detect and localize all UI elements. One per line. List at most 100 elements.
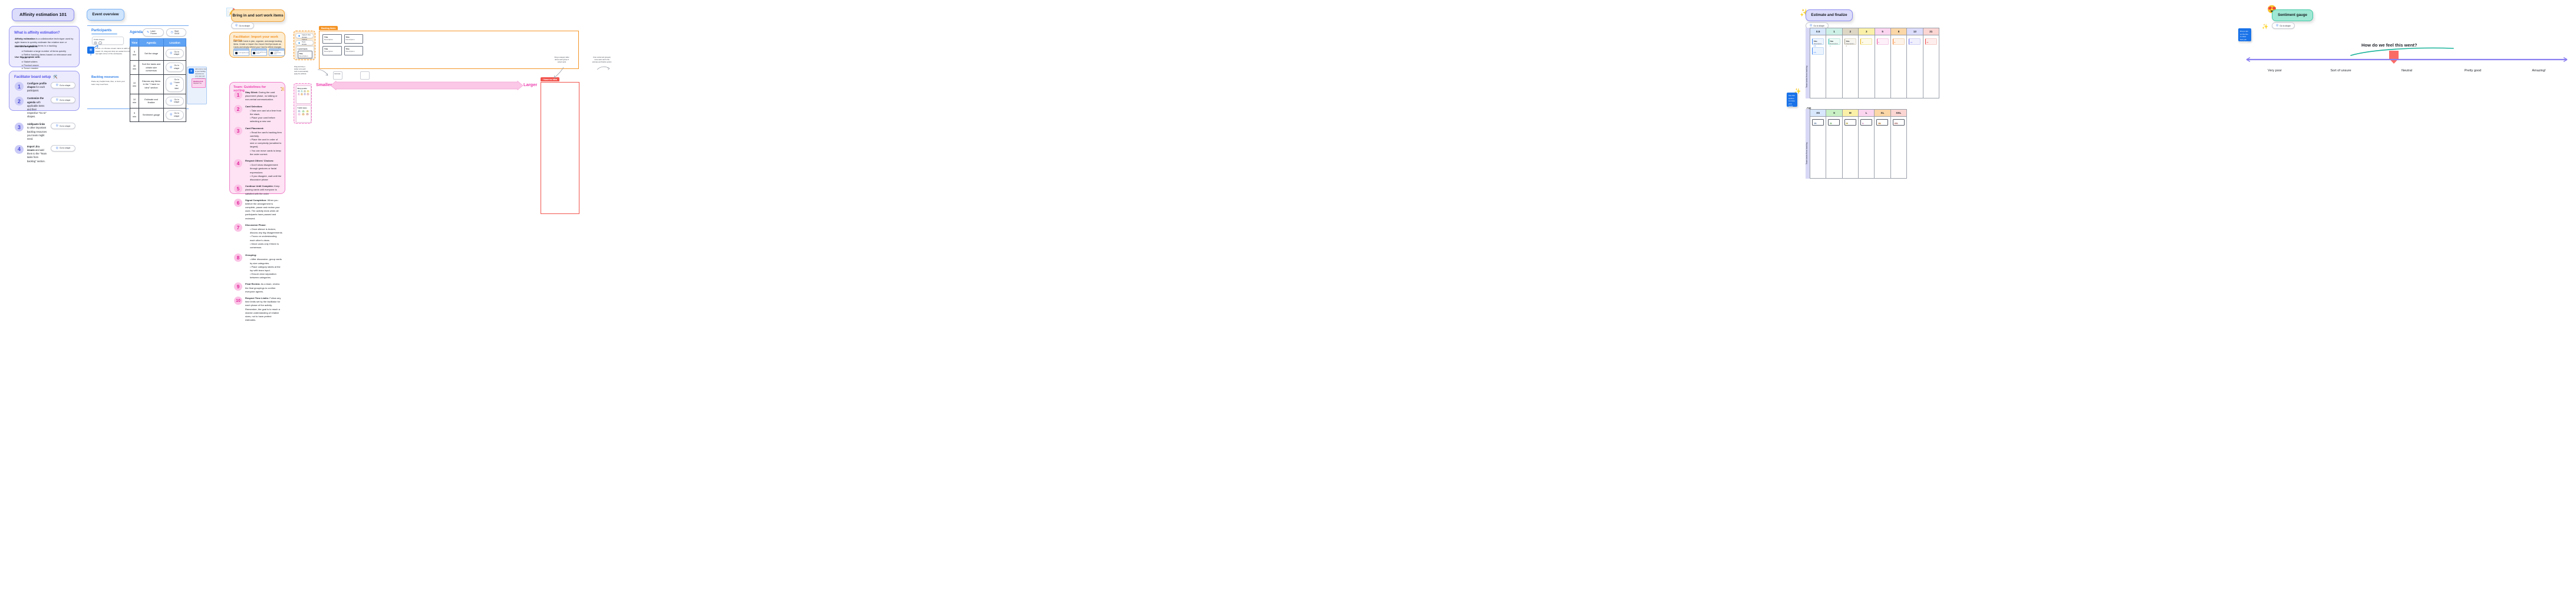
step-bullets: Once silence is broken, discuss any big …	[245, 228, 282, 249]
what-is-affinity-card: What is affinity estimation? Affinity es…	[9, 26, 80, 77]
column-header: S	[1826, 110, 1842, 117]
section-title-sentiment-gauge[interactable]: Sentiment gauge	[2272, 9, 2313, 21]
sticker[interactable]: XS	[297, 110, 301, 113]
section-title-estimate-and-finalize[interactable]: Estimate and finalize	[1806, 9, 1853, 21]
goto-shape-button[interactable]: ◎ Go to shape	[51, 144, 75, 152]
estimate-ghost-chip[interactable]: Estimate	[333, 71, 342, 80]
goto-shape-button[interactable]: ◎ Go to shape	[51, 82, 75, 88]
tshirt-sticker-box[interactable]: T-shirt sizes XS S M L XL XXL	[295, 105, 311, 123]
start-timer-button[interactable]: ◷ Start 00:00	[166, 28, 186, 37]
sticker[interactable]: L	[297, 113, 301, 116]
laser-pointer-button[interactable]: ✎ Laser Pointer	[143, 28, 164, 37]
backlog-card[interactable]: Title Description	[322, 46, 342, 55]
estimate-card[interactable]: 0.5	[1812, 47, 1824, 55]
sticker[interactable]: S	[301, 110, 305, 113]
column-header: 2	[1842, 28, 1859, 35]
tshirt-column-xl[interactable]: XL XL	[1875, 110, 1891, 178]
section-title-bring-in-and-sort[interactable]: Bring in and sort work items	[231, 9, 285, 22]
estimate-card[interactable]: L	[1860, 119, 1873, 126]
estimate-column-0-5[interactable]: 0.5 Title Description 0.5 0.5	[1810, 28, 1827, 98]
sticker[interactable]: 21	[307, 93, 309, 96]
sticker[interactable]: 8	[300, 93, 303, 96]
goto-shape-button[interactable]: ◎ Go to shape	[165, 62, 184, 72]
estimate-column-8[interactable]: 8 8	[1890, 28, 1908, 98]
estimate-column-5[interactable]: 5 5	[1875, 28, 1891, 98]
tshirt-column-m[interactable]: M M	[1842, 110, 1859, 178]
setup-step: 1 Configure profile shapes for each part…	[15, 82, 75, 93]
finalize-hint-note: Once sorted and grouped, move each card …	[592, 57, 612, 63]
section-title-event-overview[interactable]: Event overview	[87, 9, 124, 21]
card-badge: XS	[1813, 122, 1817, 124]
estimate-column-13[interactable]: 13 13	[1907, 28, 1923, 98]
section-title-text: Event overview	[92, 12, 119, 17]
estimate-card[interactable]: Title Description 2	[1844, 38, 1856, 47]
estimate-card[interactable]: 5	[1876, 38, 1889, 45]
tshirt-column-s[interactable]: S S	[1826, 110, 1843, 178]
estimate-tip-sticky[interactable]: Use this section to move your cards into…	[1787, 93, 1797, 118]
story-points-sticker-box[interactable]: Story points 0.5 1 2 3 5 8 13 21	[295, 85, 311, 104]
curved-arrow-icon	[597, 66, 610, 70]
goto-shape-button[interactable]: ◎ Go to shape	[165, 48, 184, 58]
backlog-link-sticky[interactable]: Backlog link Replace me	[192, 78, 206, 88]
cell-time: 30 min	[129, 60, 140, 75]
goto-shape-button[interactable]: ◎ Go to shape	[165, 96, 184, 106]
sticker[interactable]: 5	[297, 93, 300, 96]
column-header-location: Location	[163, 38, 187, 47]
import-azure-button[interactable]: ◈ Import from Azure DevOps	[295, 38, 314, 48]
estimate-card[interactable]: 3	[1860, 38, 1873, 45]
estimate-card[interactable]: 13	[1909, 38, 1921, 45]
goto-no-idea-button[interactable]: ◎ Go to 'I have no idea'	[165, 77, 184, 92]
mini-card[interactable]: Title Description	[298, 51, 312, 58]
sentiment-scale-line[interactable]	[2242, 57, 2572, 62]
goto-shape-button[interactable]: ◎ Go to shape	[2272, 22, 2295, 29]
card-badge: L	[1862, 122, 1865, 124]
sticker[interactable]: 1	[300, 90, 303, 93]
estimate-card[interactable]: 21	[1925, 38, 1937, 45]
target-icon: ◎	[55, 124, 58, 128]
estimate-card[interactable]: Title Description 1	[1828, 38, 1840, 47]
estimate-card[interactable]: M	[1844, 119, 1856, 126]
estimate-card[interactable]: XL	[1876, 119, 1889, 126]
agenda-toolbar: ✎ Laser Pointer ◷ Start 00:00	[143, 28, 186, 37]
goto-shape-button[interactable]: ◎ Go to shape	[231, 22, 254, 29]
backlog-card[interactable]: Title Description	[344, 34, 363, 44]
curved-arrow-icon	[554, 67, 564, 78]
sticker[interactable]: M	[305, 110, 309, 113]
estimate-card[interactable]: XS	[1812, 119, 1824, 126]
step-text: Stay Silent: During the card placement p…	[245, 91, 282, 102]
tshirt-column-xs[interactable]: XS XS	[1810, 110, 1827, 178]
help-center-thumbnail[interactable]: Miro The LucidHelp Center lucid.app/docu…	[233, 48, 249, 56]
estimate-column-1[interactable]: 1 Title Description 1	[1826, 28, 1843, 98]
sticker[interactable]: 0.5	[297, 90, 300, 93]
estimate-card[interactable]: XXL	[1892, 119, 1905, 126]
cell-location: ◎ Go to shape	[163, 107, 187, 123]
sticker[interactable]: XXL	[305, 113, 309, 116]
sticker[interactable]: 13	[304, 93, 307, 96]
tshirt-column-l[interactable]: L L	[1858, 110, 1875, 178]
estimate-column-3[interactable]: 3 3	[1859, 28, 1875, 98]
goto-shape-button[interactable]: ◎ Go to shape	[51, 123, 75, 130]
estimate-column-2[interactable]: 2 Title Description 2	[1842, 28, 1859, 98]
help-center-thumbnail[interactable]: Lucid The LucidHelp Center lucid.app/doc…	[251, 48, 267, 56]
thumb-footer-text: lucid.app/documents/help-center	[256, 51, 267, 54]
sticker[interactable]: XL	[301, 113, 305, 116]
section-title-affinity-estimation-101[interactable]: Affinity estimation 101	[12, 8, 74, 21]
tshirt-column-xxl[interactable]: XXL XXL	[1890, 110, 1906, 178]
backlog-card[interactable]: Title Description	[322, 34, 342, 44]
estimate-ghost-chip[interactable]	[360, 71, 370, 80]
lucid-cards-box[interactable]: Lucid Cards Title Description	[296, 46, 314, 59]
backlog-frame-label: Backlog items	[319, 26, 338, 30]
sticker[interactable]: 3	[307, 90, 309, 93]
estimate-card[interactable]: 8	[1893, 38, 1905, 45]
backlog-card[interactable]: Title Description	[344, 46, 363, 55]
goto-shape-button[interactable]: ◎ Go to shape	[165, 110, 184, 120]
estimate-card[interactable]: Title Description 0.5	[1812, 38, 1824, 47]
estimate-card[interactable]: S	[1828, 119, 1840, 126]
sticker[interactable]: 2	[304, 90, 307, 93]
goto-shape-button[interactable]: ◎ Go to shape	[51, 97, 75, 104]
sentiment-tip-sticky[interactable]: Drop a pin on the line to show how you f…	[2238, 28, 2251, 46]
estimate-column-21[interactable]: 21 21	[1923, 28, 1939, 98]
step-bullets: After discussion, group cards by size ca…	[245, 258, 282, 279]
backlog-card-grid: Title Description Title Description Titl…	[319, 31, 363, 55]
help-center-thumbnail[interactable]: Cloud The LucidHelp Center a unified col…	[269, 48, 285, 56]
